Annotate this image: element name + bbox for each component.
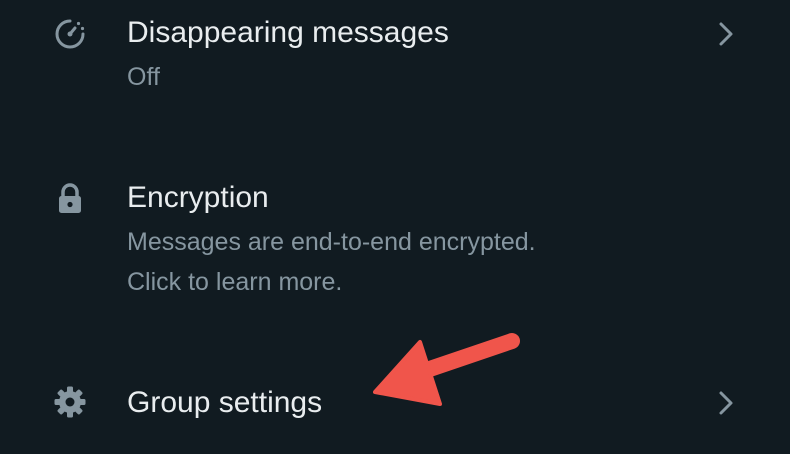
group-settings-title: Group settings: [127, 386, 323, 419]
disappearing-messages-status: Off: [127, 63, 160, 91]
group-settings-row[interactable]: Group settings: [0, 370, 790, 440]
encryption-row[interactable]: Encryption Messages are end-to-end encry…: [0, 165, 790, 305]
chevron-right-icon: [714, 19, 738, 49]
gear-icon: [52, 384, 88, 420]
disappearing-messages-row[interactable]: Disappearing messages Off: [0, 0, 790, 110]
disappearing-timer-icon: [52, 16, 88, 52]
group-info-panel: Disappearing messages Off Encryption Mes…: [0, 0, 790, 454]
encryption-description: Messages are end-to-end encrypted.: [127, 228, 536, 256]
chevron-right-icon: [714, 388, 738, 418]
encryption-learn-more[interactable]: Click to learn more.: [127, 262, 342, 302]
encryption-title: Encryption: [127, 181, 269, 214]
lock-icon: [52, 181, 88, 217]
disappearing-messages-title: Disappearing messages: [127, 16, 449, 49]
